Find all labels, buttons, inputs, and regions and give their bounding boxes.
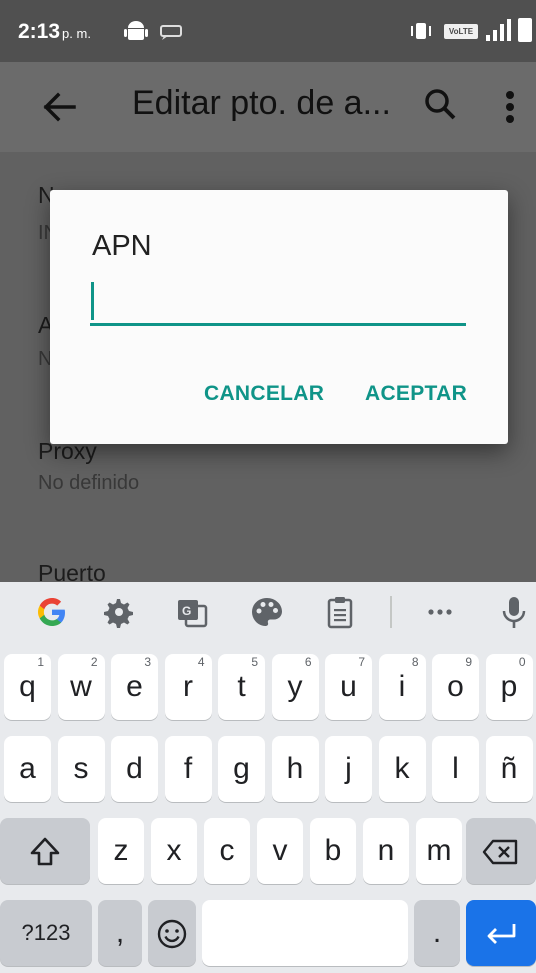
key-o[interactable]: 9o: [432, 654, 479, 720]
text-cursor: [91, 282, 94, 320]
key-label: q: [19, 670, 36, 703]
more-vertical-icon[interactable]: [494, 84, 526, 130]
key-hint: 5: [251, 655, 258, 669]
back-arrow-icon[interactable]: [38, 86, 80, 128]
key-m[interactable]: m: [416, 818, 462, 884]
status-ampm: p. m.: [62, 26, 91, 41]
key-t[interactable]: 5t: [218, 654, 265, 720]
key-d[interactable]: d: [111, 736, 158, 802]
key-k[interactable]: k: [378, 736, 426, 802]
input-underline: [90, 323, 466, 326]
search-icon[interactable]: [420, 84, 462, 126]
key-label: i: [398, 670, 406, 703]
keyboard-toolbar: G: [0, 582, 536, 642]
page-title: Editar pto. de a...: [132, 84, 391, 122]
svg-text:G: G: [182, 604, 191, 618]
key-i[interactable]: 8i: [378, 654, 426, 720]
key-z[interactable]: z: [98, 818, 144, 884]
key-label: p: [500, 670, 518, 703]
key-hint: 9: [465, 655, 472, 669]
message-notification-icon: [160, 25, 182, 40]
dialog-title: APN: [92, 230, 152, 262]
translate-icon[interactable]: G: [172, 592, 212, 632]
key-label: r: [183, 670, 193, 703]
key-label: e: [126, 670, 143, 703]
key-p[interactable]: 0p: [485, 654, 533, 720]
key-hint: 3: [144, 655, 151, 669]
key-hint: 8: [411, 655, 419, 669]
cancel-button[interactable]: CANCELAR: [204, 382, 324, 406]
app-bar: Editar pto. de a...: [0, 62, 536, 152]
key-label: o: [447, 670, 464, 703]
shift-key[interactable]: [0, 818, 90, 884]
more-horizontal-icon[interactable]: [420, 592, 460, 632]
android-notification-icon: [124, 21, 148, 40]
key-hint: 0: [518, 655, 526, 669]
apn-dialog: APN CANCELAR ACEPTAR: [50, 190, 508, 444]
key-ñ[interactable]: ñ: [485, 736, 533, 802]
key-c[interactable]: c: [204, 818, 250, 884]
pref-port-title[interactable]: Puerto: [38, 560, 106, 582]
emoji-key[interactable]: [148, 900, 196, 966]
key-n[interactable]: n: [363, 818, 409, 884]
clipboard-icon[interactable]: [320, 592, 360, 632]
key-e[interactable]: 3e: [111, 654, 158, 720]
period-key[interactable]: .: [414, 900, 460, 966]
key-l[interactable]: l: [432, 736, 479, 802]
apn-input[interactable]: [90, 282, 466, 322]
pref-proxy-summary: No definido: [38, 472, 140, 494]
status-time: 2:13 p. m.: [18, 20, 91, 43]
key-a[interactable]: a: [4, 736, 51, 802]
key-b[interactable]: b: [310, 818, 356, 884]
google-icon[interactable]: [32, 592, 72, 632]
palette-icon[interactable]: [247, 592, 287, 632]
symbols-key[interactable]: ?123: [0, 900, 92, 966]
key-q[interactable]: 1q: [4, 654, 51, 720]
enter-key[interactable]: [466, 900, 536, 966]
vibrate-icon: [411, 23, 431, 39]
key-label: w: [70, 670, 92, 703]
key-v[interactable]: v: [257, 818, 303, 884]
space-key[interactable]: [202, 900, 408, 966]
key-j[interactable]: j: [325, 736, 372, 802]
accept-button[interactable]: ACEPTAR: [365, 382, 467, 406]
backspace-icon: [482, 839, 518, 865]
backspace-key[interactable]: [466, 818, 536, 884]
key-hint: 2: [90, 655, 98, 669]
key-g[interactable]: g: [218, 736, 265, 802]
key-w[interactable]: 2w: [57, 654, 105, 720]
microphone-icon[interactable]: [494, 592, 534, 632]
key-f[interactable]: f: [164, 736, 212, 802]
battery-icon: [518, 18, 532, 42]
comma-key[interactable]: ,: [98, 900, 142, 966]
emoji-icon: [157, 919, 187, 949]
key-hint: 4: [197, 655, 205, 669]
key-hint: 7: [358, 655, 365, 669]
key-hint: 6: [304, 655, 312, 669]
key-u[interactable]: 7u: [325, 654, 372, 720]
key-hint: 1: [37, 655, 44, 669]
keyboard: G 1q2w3e4r5t6y7u8i9o0p a s d f g h j k l…: [0, 582, 536, 973]
key-s[interactable]: s: [57, 736, 105, 802]
key-label: t: [237, 670, 246, 703]
gear-icon[interactable]: [99, 592, 139, 632]
key-h[interactable]: h: [271, 736, 319, 802]
key-label: y: [287, 670, 303, 703]
apn-input-field[interactable]: [90, 282, 466, 326]
shift-icon: [30, 837, 60, 866]
toolbar-divider: [390, 596, 392, 628]
signal-icon: [486, 19, 511, 41]
key-r[interactable]: 4r: [164, 654, 212, 720]
volte-badge: VoLTE: [444, 24, 478, 39]
enter-icon: [487, 924, 516, 945]
key-y[interactable]: 6y: [271, 654, 319, 720]
status-bar: 2:13 p. m. VoLTE: [0, 0, 536, 62]
key-label: u: [340, 670, 357, 703]
key-x[interactable]: x: [151, 818, 197, 884]
